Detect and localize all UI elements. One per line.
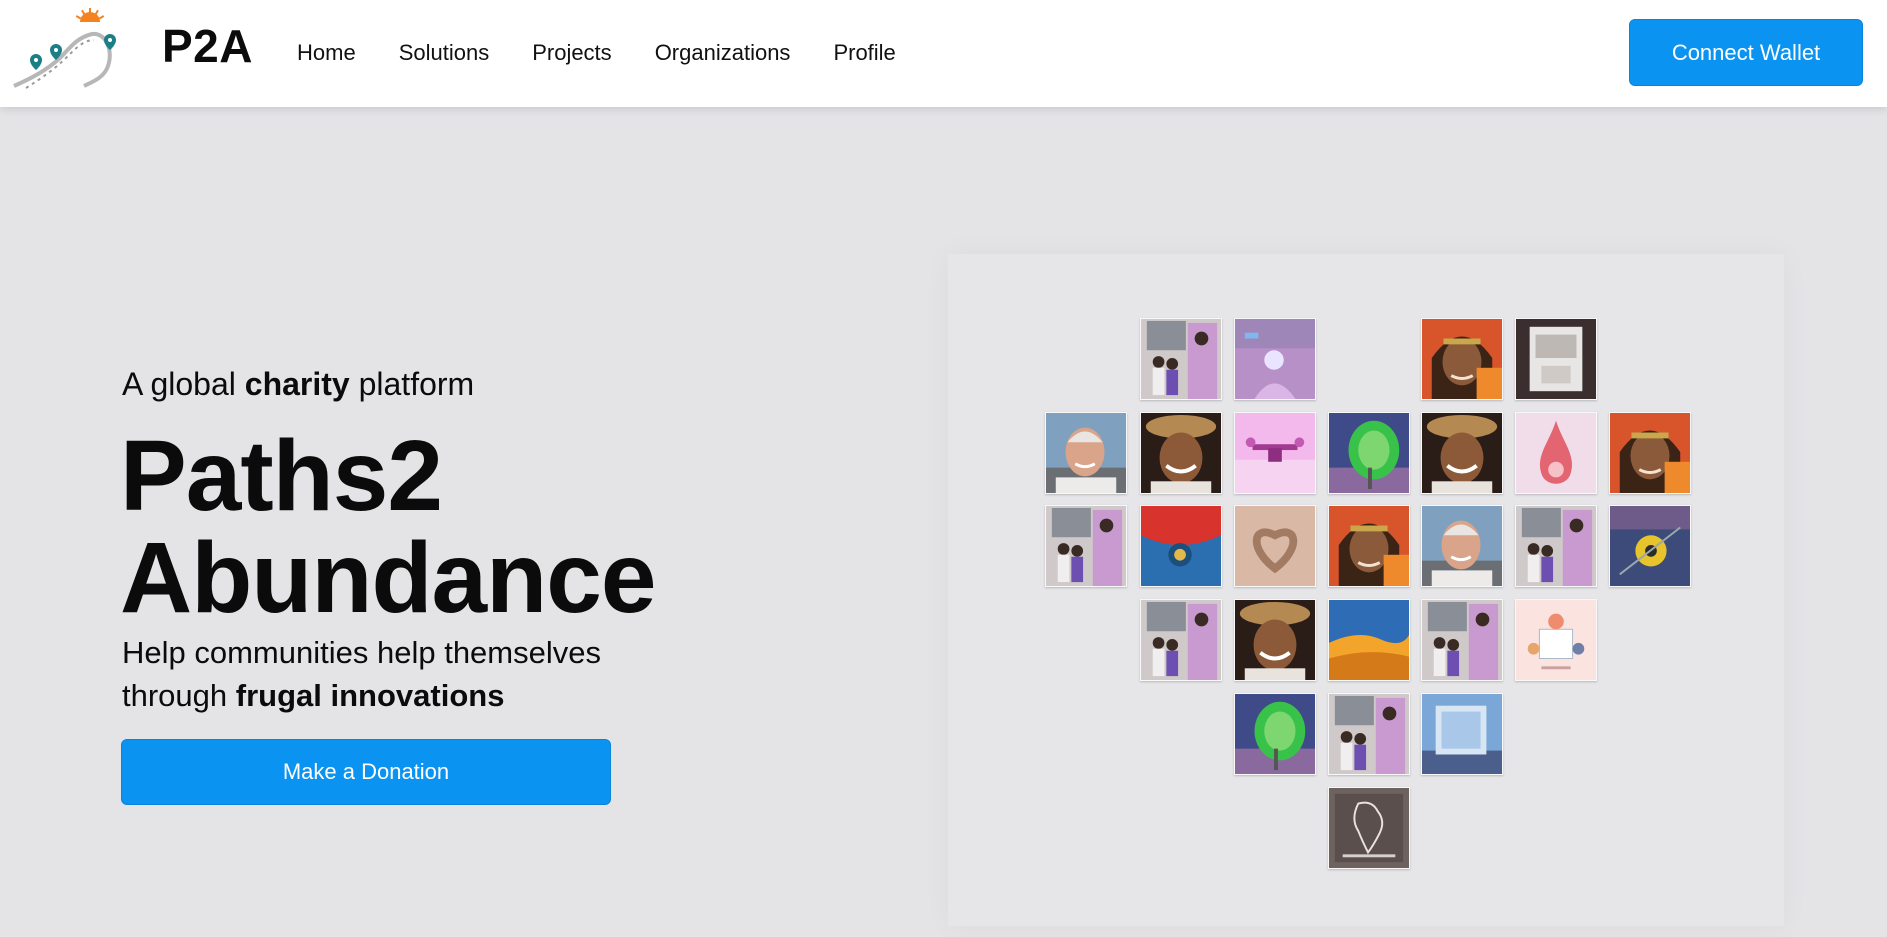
collage-tile-old-man-photo [1045,412,1127,494]
subtitle-line2-bold: frugal innovations [235,678,505,713]
main-nav: Home Solutions Projects Organizations Pr… [297,38,939,68]
brand-name[interactable]: P2A [162,20,253,72]
collage-tile-charity-logo-card [1328,787,1410,869]
collage-tile-family-photo [1140,599,1222,681]
connect-wallet-button[interactable]: Connect Wallet [1629,19,1863,86]
nav-home[interactable]: Home [297,38,356,68]
hero-subtitle: Help communities help themselves through… [122,631,601,717]
collage-tile-woman-photo [1421,318,1503,400]
collage-tile-boy-hat-photo [1421,412,1503,494]
collage-tile-solar-dish-photo [1328,412,1410,494]
collage-tile-old-man-photo [1421,505,1503,587]
tagline-bold: charity [244,366,350,402]
collage-tile-orange-blue-photo [1328,599,1410,681]
collage-tile-solar-dish-photo [1234,693,1316,775]
collage-tile-blue-tarp-photo [1140,505,1222,587]
collage-tile-drone-photo [1234,412,1316,494]
collage-tile-lamp-photo [1234,318,1316,400]
collage-tile-hands-heart-photo [1234,505,1316,587]
nav-solutions[interactable]: Solutions [399,38,490,68]
tagline-post: platform [358,366,475,402]
collage-tile-device-photo [1515,318,1597,400]
subtitle-line2: through frugal innovations [122,674,601,717]
collage-tile-water-tank-photo [1421,693,1503,775]
hero-title-line1: Paths2 [120,420,443,532]
collage-tile-family-photo [1140,318,1222,400]
hero-title-line2: Abundance [120,522,656,634]
nav-organizations[interactable]: Organizations [655,38,791,68]
collage-tile-family-photo [1045,505,1127,587]
subtitle-line2-pre: through [122,678,228,713]
tagline-pre: A global [122,366,236,402]
winding-road-logo-icon[interactable] [12,8,117,96]
hero-title: Paths2 Abundance [120,420,656,634]
nav-projects[interactable]: Projects [532,38,611,68]
nav-profile[interactable]: Profile [833,38,895,68]
collage-tile-woman-photo [1328,505,1410,587]
collage-tile-family-photo [1515,505,1597,587]
make-donation-button[interactable]: Make a Donation [121,739,611,805]
hero-tagline: A global charity platform [122,362,474,406]
subtitle-line1: Help communities help themselves [122,635,601,670]
collage-tile-woman-photo [1609,412,1691,494]
collage-tile-boy-hat-photo [1234,599,1316,681]
top-navbar: P2A Home Solutions Projects Organization… [0,0,1887,107]
collage-tile-yellow-disc-photo [1609,505,1691,587]
collage-tile-illustration-card [1515,599,1597,681]
collage-tile-pink-sketch-photo [1515,412,1597,494]
collage-tile-family-photo [1421,599,1503,681]
collage-tile-family-photo [1328,693,1410,775]
collage-tile-boy-hat-photo [1140,412,1222,494]
